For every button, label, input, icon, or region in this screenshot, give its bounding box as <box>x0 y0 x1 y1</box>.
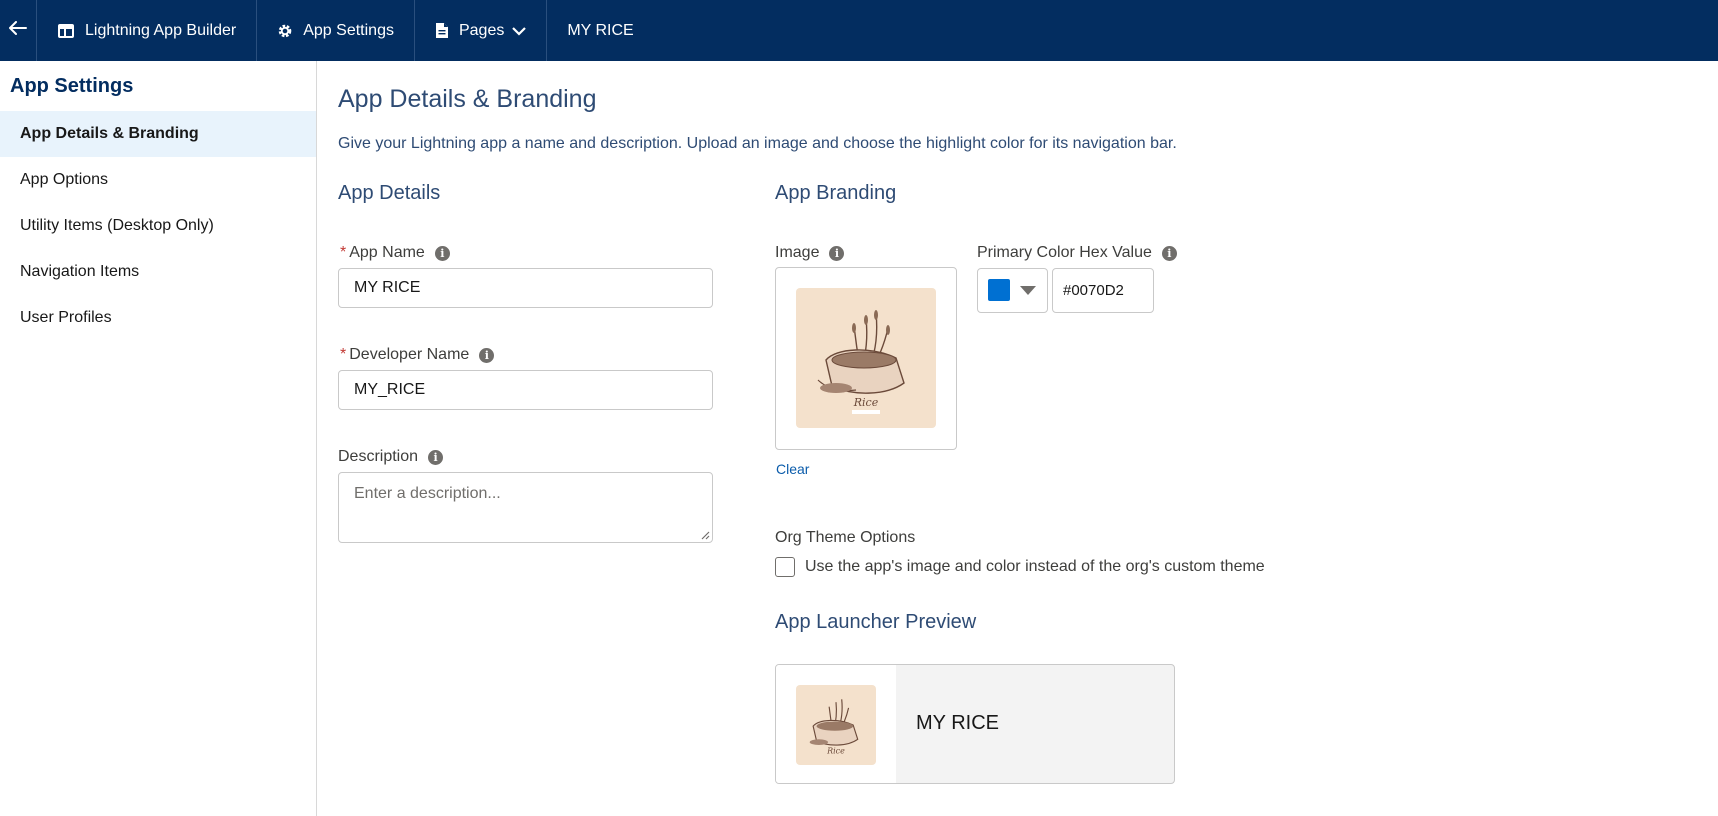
sidebar-item-utility-items[interactable]: Utility Items (Desktop Only) <box>0 203 316 249</box>
app-settings-button[interactable]: App Settings <box>257 0 415 61</box>
primary-color-label: Primary Color Hex Value i <box>977 244 1177 262</box>
developer-name-label: * Developer Name i <box>340 346 495 364</box>
description-label: Description i <box>338 448 444 466</box>
lightning-app-builder-button[interactable]: Lightning App Builder <box>37 0 258 61</box>
app-branding-heading: App Branding <box>775 182 897 204</box>
app-name-label-text: App Name <box>349 244 425 261</box>
top-bar: Lightning App Builder App Settings Pages… <box>0 0 1718 61</box>
app-details-heading: App Details <box>338 182 441 204</box>
org-theme-checkbox-label: Use the app's image and color instead of… <box>805 558 1265 575</box>
launcher-preview-card: Rice MY RICE <box>775 664 1175 784</box>
sidebar-item-app-options[interactable]: App Options <box>0 157 316 203</box>
org-theme-label: Org Theme Options <box>775 529 916 546</box>
main-content: App Details & Branding Give your Lightni… <box>338 61 1718 816</box>
app-image-upload[interactable]: Rice <box>775 267 957 450</box>
pages-label: Pages <box>458 21 505 39</box>
arrow-left-icon <box>9 21 27 40</box>
clear-image-link[interactable]: Clear <box>776 461 809 477</box>
page-description: Give your Lightning app a name and descr… <box>338 135 1177 152</box>
description-placeholder: Enter a description... <box>354 485 501 502</box>
sidebar-item-app-details-branding[interactable]: App Details & Branding <box>0 111 316 157</box>
sidebar-item-user-profiles[interactable]: User Profiles <box>0 295 316 341</box>
pages-dropdown[interactable]: Pages <box>415 0 548 61</box>
chevron-down-icon <box>512 26 527 36</box>
app-builder-icon <box>57 23 75 39</box>
current-app-label: MY RICE <box>567 21 634 39</box>
back-button[interactable] <box>0 0 37 61</box>
preview-image-area: Rice <box>776 665 896 783</box>
info-icon[interactable]: i <box>428 449 444 465</box>
hex-color-input[interactable]: #0070D2 <box>1052 268 1154 313</box>
caret-down-icon <box>1020 286 1036 295</box>
builder-label: Lightning App Builder <box>85 21 237 39</box>
page-title: App Details & Branding <box>338 85 597 113</box>
image-label: Image i <box>775 244 845 262</box>
launcher-preview-heading: App Launcher Preview <box>775 611 977 633</box>
settings-sidebar: App Settings App Details & Branding App … <box>0 61 317 816</box>
org-theme-checkbox[interactable] <box>775 557 795 577</box>
color-picker-button[interactable] <box>977 268 1048 313</box>
developer-name-label-text: Developer Name <box>349 346 470 363</box>
required-marker: * <box>340 244 347 261</box>
required-marker: * <box>340 346 347 363</box>
preview-app-name: MY RICE <box>916 712 999 734</box>
description-textarea[interactable]: Enter a description... <box>338 472 713 543</box>
info-icon[interactable]: i <box>1161 245 1177 261</box>
info-icon[interactable]: i <box>434 245 450 261</box>
page-icon <box>435 22 449 39</box>
preview-rice-image: Rice <box>796 685 876 765</box>
info-icon[interactable]: i <box>479 347 495 363</box>
color-swatch <box>988 279 1010 301</box>
svg-text:Rice: Rice <box>853 396 879 409</box>
rice-image: Rice <box>796 288 936 428</box>
resize-grip-icon[interactable] <box>700 530 710 540</box>
app-name-input[interactable]: MY RICE <box>338 268 713 308</box>
svg-text:Rice: Rice <box>826 747 845 756</box>
gear-icon <box>277 23 293 39</box>
description-label-text: Description <box>338 448 419 465</box>
settings-label: App Settings <box>303 21 394 39</box>
info-icon[interactable]: i <box>829 245 845 261</box>
developer-name-input[interactable]: MY_RICE <box>338 370 713 410</box>
sidebar-item-navigation-items[interactable]: Navigation Items <box>0 249 316 295</box>
sidebar-title: App Settings <box>10 75 134 97</box>
image-label-text: Image <box>775 244 820 261</box>
primary-color-label-text: Primary Color Hex Value <box>977 244 1152 261</box>
app-name-label: * App Name i <box>340 244 450 262</box>
